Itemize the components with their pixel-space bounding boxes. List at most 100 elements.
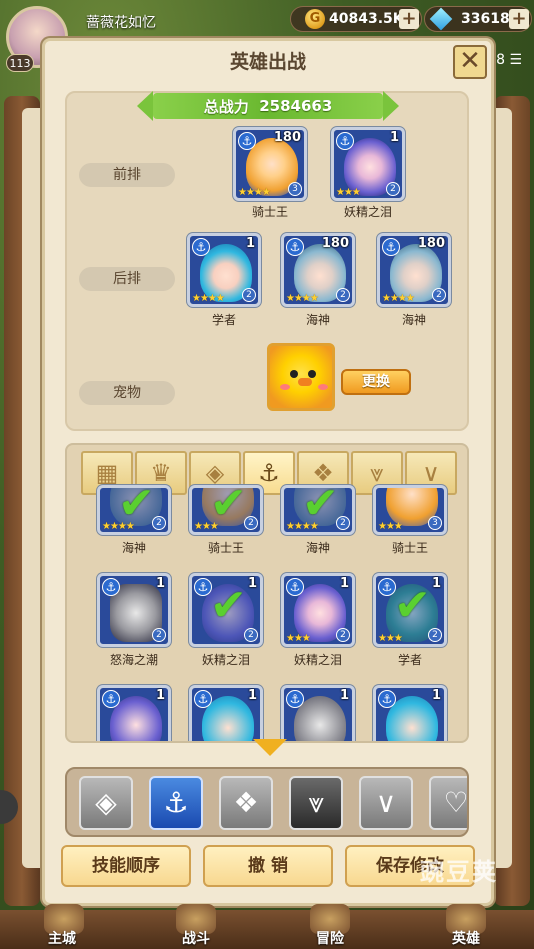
hero-rank-badge: 2 <box>336 288 350 302</box>
pool-hero-name: 怒海之潮 <box>109 653 158 667</box>
pool-hero-name: 海神 <box>305 541 330 555</box>
hero-rank-badge: 2 <box>428 628 442 642</box>
category-wings-icon[interactable]: ∨ <box>359 776 413 830</box>
hero-level: 1 <box>247 576 257 591</box>
anchor-icon: ⚓ <box>336 132 354 150</box>
hero-level: 1 <box>431 688 441 703</box>
pool-hero-card[interactable]: ⚓ 1 2 <box>97 573 171 647</box>
hero-level: 180 <box>417 236 445 251</box>
anchor-icon: ⚓ <box>102 578 120 596</box>
category-anchor-icon[interactable]: ⚓ <box>149 776 203 830</box>
hero-level: 1 <box>431 576 441 591</box>
gold-resource: G 40843.5K + <box>290 6 422 32</box>
add-gems-button[interactable]: + <box>509 9 529 29</box>
hero-rank-badge: 2 <box>432 288 446 302</box>
pool-hero-card[interactable]: ⚓ 1 <box>373 685 447 741</box>
pool-hero-name: 妖精之泪 <box>293 653 342 667</box>
back-row-label: 后排 <box>79 267 175 291</box>
category-beast-icon[interactable]: ❖ <box>219 776 273 830</box>
nav-adventure[interactable]: 冒险 <box>316 928 344 948</box>
hero-rank-badge: 3 <box>428 516 442 530</box>
hero-stars: ★★★ <box>194 521 219 532</box>
pool-hero-card[interactable]: ⚓ 1 ✔ 2 <box>189 573 263 647</box>
pool-hero-card[interactable]: ⚓ 1 <box>97 685 171 741</box>
close-button[interactable]: ✕ <box>453 45 487 79</box>
front-hero-slot-2[interactable]: ⚓ 1 ★★★ 2 <box>331 127 405 201</box>
hero-stars: ★★★★ <box>102 521 135 532</box>
hero-rank-badge: 2 <box>244 516 258 530</box>
selected-check-icon: ✔ <box>210 485 247 529</box>
undo-button[interactable]: 撤 销 <box>203 845 333 887</box>
hero-stars: ★★★ <box>286 633 311 644</box>
menu-icon: ☰ <box>509 52 522 68</box>
nav-hero[interactable]: 英雄 <box>452 928 480 948</box>
hero-stars: ★★★ <box>378 521 403 532</box>
pool-hero-card[interactable]: ⚓ 1 <box>281 685 355 741</box>
back-hero-slot-1[interactable]: ⚓ 1 ★★★★ 2 <box>187 233 261 307</box>
total-power-label: 总战力 <box>203 97 249 116</box>
selected-check-icon: ✔ <box>118 485 155 529</box>
scroll-down-arrow-icon[interactable] <box>253 739 287 756</box>
hero-level: 1 <box>155 576 165 591</box>
bottom-nav: 主城 战斗 冒险 英雄 <box>0 904 534 949</box>
selected-check-icon: ✔ <box>302 485 339 529</box>
gold-amount: 40843.5K <box>329 11 404 27</box>
pool-hero-card[interactable]: ★★★ 3 <box>373 485 447 535</box>
category-heart-icon[interactable]: ♡ <box>429 776 467 830</box>
pool-hero-card[interactable]: ✔ ★★★ 2 <box>189 485 263 535</box>
category-bar: ◈ ⚓ ❖ ⩔ ∨ ♡ <box>65 767 469 837</box>
hero-level: 1 <box>247 688 257 703</box>
hero-stars: ★★★★ <box>238 187 271 198</box>
selected-check-icon: ✔ <box>210 580 247 631</box>
front-hero-slot-1[interactable]: ⚓ 180 ★★★★ 3 <box>233 127 307 201</box>
hero-rank-badge: 2 <box>152 516 166 530</box>
pet-blush <box>280 384 290 390</box>
hero-deploy-dialog: 英雄出战 ✕ 总战力 2584663 前排 后排 宠物 ⚓ 180 ★★★★ 3… <box>42 38 494 906</box>
add-gold-button[interactable]: + <box>399 9 419 29</box>
pool-hero-card[interactable]: ✔ ★★★★ 2 <box>281 485 355 535</box>
gem-amount: 33618 <box>461 11 510 27</box>
hero-rank-badge: 2 <box>336 628 350 642</box>
front-hero-name-1: 骑士王 <box>251 205 288 219</box>
hero-level: 180 <box>321 236 349 251</box>
pet-slot[interactable] <box>267 343 335 411</box>
pet-eye <box>308 370 316 378</box>
gem-resource: 33618 + <box>424 6 532 32</box>
back-hero-slot-3[interactable]: ⚓ 180 ★★★★ 2 <box>377 233 451 307</box>
change-pet-button[interactable]: 更换 <box>341 369 411 395</box>
watermark-text: 豌豆荚 <box>420 858 498 886</box>
hero-rank-badge: 2 <box>336 516 350 530</box>
hero-stars: ★★★★ <box>382 293 415 304</box>
anchor-icon: ⚓ <box>102 690 120 708</box>
anchor-icon: ⚓ <box>286 238 304 256</box>
back-hero-slot-2[interactable]: ⚓ 180 ★★★★ 2 <box>281 233 355 307</box>
hero-stars: ★★★★ <box>286 521 319 532</box>
pet-blush <box>318 384 328 390</box>
anchor-icon: ⚓ <box>378 690 396 708</box>
pool-hero-card[interactable]: ⚓ 1 <box>189 685 263 741</box>
pet-eye <box>290 370 298 378</box>
hero-level: 1 <box>339 688 349 703</box>
anchor-icon: ⚓ <box>192 238 210 256</box>
pool-hero-name: 妖精之泪 <box>201 653 250 667</box>
nav-main-city[interactable]: 主城 <box>48 928 76 948</box>
nav-battle[interactable]: 战斗 <box>182 928 210 948</box>
pool-hero-card[interactable]: ⚓ 1 ✔ ★★★ 2 <box>373 573 447 647</box>
category-horns-icon[interactable]: ⩔ <box>289 776 343 830</box>
pool-hero-name: 骑士王 <box>207 541 244 555</box>
total-power-value: 2584663 <box>259 97 333 115</box>
back-hero-name-3: 海神 <box>401 313 426 327</box>
hero-pool-panel: ▦ ♛ ◈ ⚓ ❖ ⩔ ∨ ✔ ★★★★ 2 海神 ✔ ★★★ 2 骑士王 ✔ … <box>65 443 469 743</box>
anchor-icon: ⚓ <box>382 238 400 256</box>
back-hero-name-1: 学者 <box>211 313 236 327</box>
hero-rank-badge: 2 <box>386 182 400 196</box>
pool-hero-card[interactable]: ✔ ★★★★ 2 <box>97 485 171 535</box>
gold-coin-icon: G <box>305 9 325 29</box>
skill-order-button[interactable]: 技能顺序 <box>61 845 191 887</box>
pool-hero-card[interactable]: ⚓ 1 ★★★ 2 <box>281 573 355 647</box>
anchor-icon: ⚓ <box>194 690 212 708</box>
pool-hero-name: 学者 <box>397 653 422 667</box>
category-diamond-icon[interactable]: ◈ <box>79 776 133 830</box>
anchor-icon: ⚓ <box>286 578 304 596</box>
hero-stars: ★★★★ <box>192 293 225 304</box>
